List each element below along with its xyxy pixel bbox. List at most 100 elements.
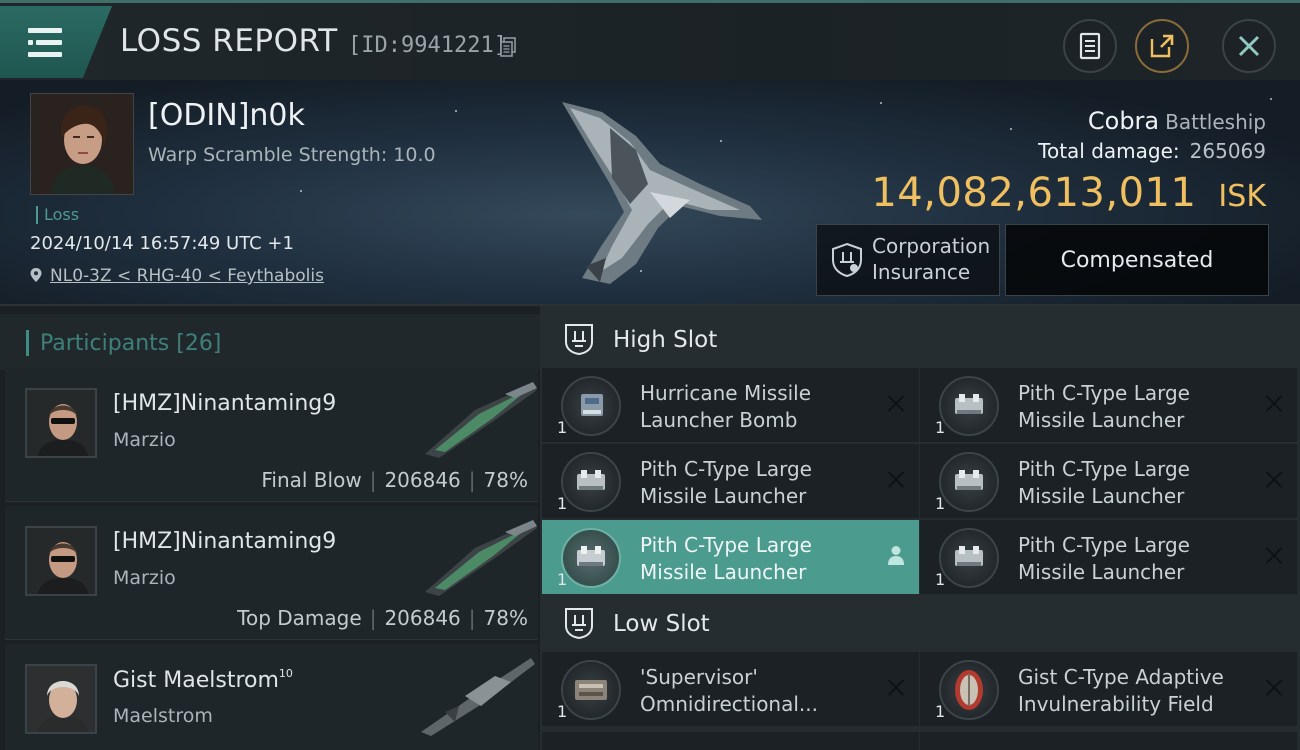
item-name-line2: Launcher Bomb [640, 408, 798, 432]
total-damage: Total damage: 265069 [1038, 139, 1266, 163]
participant-name[interactable]: Gist Maelstrom10 [113, 667, 293, 693]
item-name: Pith C-Type Large Missile Launcher [1018, 532, 1248, 586]
victim-summary: [ODIN]n0k Warp Scramble Strength: 10.0 L… [0, 80, 1300, 306]
fitting-item[interactable]: 1 Pith C-Type Large Missile Launcher [920, 368, 1297, 442]
victim-portrait[interactable] [30, 93, 134, 195]
location-pin-icon [30, 268, 42, 282]
item-name-line2: Missile Launcher [640, 484, 807, 508]
participant-percent: 78% [483, 606, 528, 630]
item-name-line1: Pith C-Type Large [1018, 533, 1190, 557]
destroyed-icon [887, 678, 905, 696]
close-button[interactable] [1222, 19, 1276, 73]
participant-name[interactable]: [HMZ]Ninantaming9 [113, 391, 336, 416]
total-damage-label: Total damage: [1038, 139, 1180, 163]
participant-portrait [27, 390, 95, 456]
corporation-insurance-label: Corporation Insurance [872, 233, 990, 285]
participants-panel: Participants [26] [HMZ]Ninantaming9 Marz… [0, 306, 540, 750]
participants-label: Participants [40, 331, 170, 356]
menu-icon-line [28, 52, 62, 57]
separator: | [468, 468, 476, 492]
item-name-line1: Hurricane Missile [640, 381, 812, 405]
report-button[interactable] [1063, 19, 1117, 73]
participant-portrait [27, 528, 95, 594]
copy-icon[interactable] [500, 37, 516, 57]
victim-avatar [31, 94, 133, 194]
item-name-line1: Pith C-Type Large [1018, 457, 1190, 481]
module-icon [939, 452, 999, 512]
location-link[interactable]: NL0-3Z < RHG-40 < Feythabolis [50, 266, 324, 286]
loss-location[interactable]: NL0-3Z < RHG-40 < Feythabolis [30, 266, 324, 286]
report-id: [ID:9941221] [348, 33, 507, 58]
low-slot-icon [565, 608, 593, 640]
item-name: Pith C-Type Large Missile Launcher [1018, 380, 1248, 434]
participant-ship: Marzio [113, 567, 176, 589]
participant-row[interactable]: Gist Maelstrom10 Maelstrom [5, 644, 538, 750]
fitting-item[interactable]: 1 Pith C-Type Large Missile Launcher [920, 444, 1297, 518]
insurance-status[interactable]: Compensated [1005, 224, 1269, 296]
menu-icon [28, 28, 62, 33]
participant-stats: Top Damage | 206846 | 78% [237, 606, 528, 630]
header-bar: LOSS REPORT [ID:9941221] [0, 0, 1300, 80]
victim-name[interactable]: [ODIN]n0k [148, 98, 305, 133]
item-quantity: 1 [935, 494, 946, 513]
item-name: Gist C-Type Adaptive Invulnerability Fiel… [1018, 664, 1248, 718]
fitting-item[interactable]: 1 Pith C-Type Large Missile Launcher [542, 444, 919, 518]
item-name-line2: Omnidirectional... [640, 692, 818, 716]
item-name: 'Supervisor' Omnidirectional... [640, 664, 870, 718]
participants-title: Participants [26] [40, 331, 221, 356]
victim-ship-render [562, 102, 762, 284]
item-name-line2: Missile Launcher [1018, 408, 1185, 432]
participant-name-text: Gist Maelstrom [113, 668, 279, 693]
high-slot-label: High Slot [613, 327, 718, 353]
high-slot-header: High Slot [540, 310, 1300, 368]
isk-unit: ISK [1218, 179, 1266, 214]
item-name-line2: Invulnerability Field [1018, 692, 1214, 716]
fitting-item[interactable] [542, 732, 919, 750]
separator: | [468, 606, 476, 630]
module-icon [939, 660, 999, 720]
header-accent-bar [26, 330, 29, 356]
separator: | [369, 468, 377, 492]
module-icon [939, 528, 999, 588]
ship-name[interactable]: Cobra Battleship [1088, 107, 1266, 135]
star [300, 190, 302, 192]
avatar [25, 526, 97, 596]
participant-level: 10 [278, 667, 293, 680]
fitting-item[interactable]: 1 Pith C-Type Large Missile Launcher [920, 520, 1297, 594]
star [1270, 98, 1272, 100]
share-button[interactable] [1135, 19, 1189, 73]
fitting-item[interactable]: 1 Gist C-Type Adaptive Invulnerability Fi… [920, 652, 1297, 726]
fitting-item[interactable] [920, 732, 1297, 750]
insurance-label-line1: Corporation [872, 234, 991, 258]
menu-button[interactable] [0, 6, 112, 78]
star [455, 110, 457, 112]
fitting-item[interactable]: 1 Hurricane Missile Launcher Bomb [542, 368, 919, 442]
page-title: LOSS REPORT [120, 23, 338, 59]
participant-ship: Marzio [113, 429, 176, 451]
item-quantity: 1 [935, 418, 946, 437]
item-name-line1: Gist C-Type Adaptive [1018, 665, 1224, 689]
participant-stats: Final Blow | 206846 | 78% [261, 468, 528, 492]
share-icon [1150, 34, 1174, 58]
fitting-item[interactable]: 1 'Supervisor' Omnidirectional... [542, 652, 919, 726]
destroyed-icon [887, 470, 905, 488]
person-icon [888, 546, 904, 565]
module-icon [561, 528, 621, 588]
item-name: Pith C-Type Large Missile Launcher [640, 456, 870, 510]
separator: | [369, 606, 377, 630]
fitting-panel: High Slot 1 Hurricane Missile Launcher Bo… [540, 306, 1300, 750]
fitting-item-selected[interactable]: 1 Pith C-Type Large Missile Launcher [542, 520, 919, 594]
participant-name[interactable]: [HMZ]Ninantaming9 [113, 529, 336, 554]
corporation-insurance-button[interactable]: Corporation Insurance [816, 224, 1000, 296]
participant-row[interactable]: [HMZ]Ninantaming9 Marzio Final Blow | 2068… [5, 368, 538, 502]
star [1010, 128, 1012, 130]
participant-ship-render [421, 658, 535, 736]
participant-ship: Maelstrom [113, 705, 213, 727]
destroyed-icon [1265, 678, 1283, 696]
ship-class: Battleship [1165, 110, 1266, 134]
participant-row[interactable]: [HMZ]Ninantaming9 Marzio Top Damage | 2068… [5, 506, 538, 640]
item-name: Hurricane Missile Launcher Bomb [640, 380, 870, 434]
participants-header: Participants [26] [0, 314, 540, 370]
participant-role: Top Damage [237, 606, 362, 630]
item-name-line2: Missile Launcher [1018, 560, 1185, 584]
